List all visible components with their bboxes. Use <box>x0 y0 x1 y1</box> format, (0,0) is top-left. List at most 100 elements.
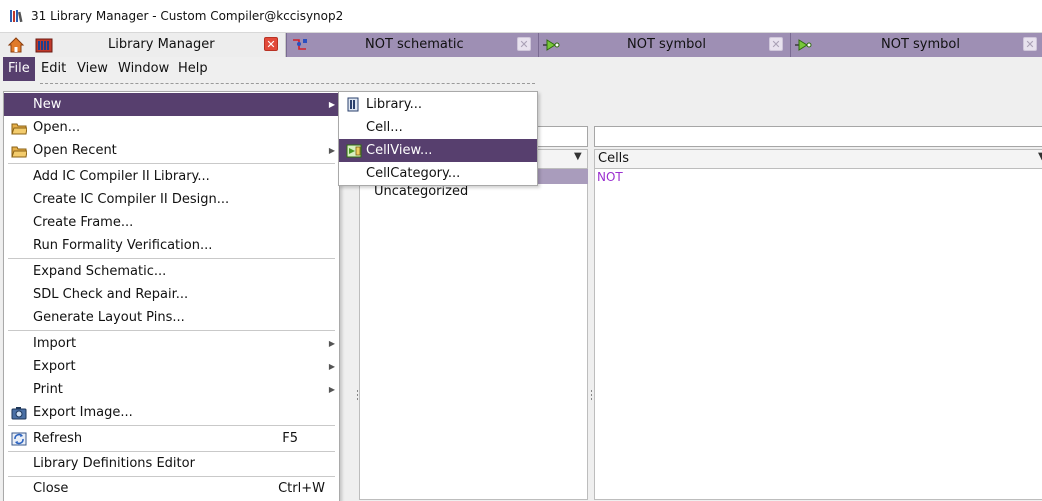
submenu-arrow-icon: ▶ <box>328 100 335 109</box>
menu-window[interactable]: Window <box>113 57 174 81</box>
submenu-arrow-icon: ▶ <box>328 339 335 348</box>
menu-item-label: Add IC Compiler II Library... <box>33 169 210 184</box>
file-menu: New ▶ Open... Open Recent ▶ Add IC Compi… <box>3 91 340 501</box>
menu-separator <box>8 258 335 259</box>
folder-icon <box>11 143 28 158</box>
shortcut-label: Ctrl+W <box>278 481 325 496</box>
menu-item-library-definitions-editor[interactable]: Library Definitions Editor <box>4 452 339 475</box>
menu-item-create-icc2-design[interactable]: Create IC Compiler II Design... <box>4 188 339 211</box>
library-icon <box>346 97 361 112</box>
menu-item-refresh[interactable]: Refresh F5 <box>4 427 339 450</box>
tab-label: Library Manager <box>108 37 215 52</box>
menu-edit[interactable]: Edit <box>36 57 71 81</box>
home-icon[interactable] <box>7 36 25 54</box>
tab-label: NOT schematic <box>365 37 464 52</box>
menu-item-print[interactable]: Print ▶ <box>4 378 339 401</box>
schematic-icon <box>291 37 309 53</box>
menu-item-open-recent[interactable]: Open Recent ▶ <box>4 139 339 162</box>
selected-category-row[interactable] <box>538 169 588 184</box>
library-books-icon <box>9 8 25 24</box>
menu-item-generate-layout-pins[interactable]: Generate Layout Pins... <box>4 306 339 329</box>
tab-not-schematic[interactable]: NOT schematic ✕ <box>286 33 538 57</box>
tab-label: NOT symbol <box>881 37 960 52</box>
cells-header-label: Cells <box>598 151 630 166</box>
menu-item-label: Export Image... <box>33 405 133 420</box>
menu-view[interactable]: View <box>72 57 113 81</box>
category-filter-input[interactable] <box>535 126 588 147</box>
menu-separator <box>8 330 335 331</box>
menu-item-import[interactable]: Import ▶ <box>4 332 339 355</box>
new-submenu: Library... Cell... CellView... CellCateg… <box>338 91 538 186</box>
list-item[interactable]: Uncategorized <box>374 184 468 199</box>
shortcut-label: F5 <box>282 431 298 446</box>
menu-item-label: Export <box>33 359 76 374</box>
chevron-down-icon[interactable]: ▼ <box>1038 151 1042 162</box>
cellview-icon <box>346 143 362 158</box>
menu-item-close[interactable]: Close Ctrl+W <box>4 477 339 500</box>
menu-item-label: CellView... <box>366 143 433 158</box>
cell-filter-input[interactable] <box>594 126 1042 147</box>
cells-column-header[interactable]: Cells ▼ <box>594 149 1042 169</box>
tab-not-symbol-1[interactable]: NOT symbol ✕ <box>538 33 790 57</box>
menu-item-label: Refresh <box>33 431 83 446</box>
close-tab-icon[interactable]: ✕ <box>1023 37 1037 51</box>
library-manager-icon <box>35 36 53 54</box>
submenu-item-cellview[interactable]: CellView... <box>339 139 537 162</box>
title-bar: 31 Library Manager - Custom Compiler@kcc… <box>0 0 1042 33</box>
categories-column-header[interactable]: ▼ <box>535 149 588 169</box>
menu-item-label: Library... <box>366 97 422 112</box>
tab-library-manager[interactable]: Library Manager ✕ <box>0 33 286 57</box>
document-tab-bar: Library Manager ✕ NOT schematic ✕ NOT sy… <box>0 33 1042 57</box>
menu-file[interactable]: File <box>3 57 35 81</box>
submenu-item-cellcategory[interactable]: CellCategory... <box>339 162 537 185</box>
menu-item-expand-schematic[interactable]: Expand Schematic... <box>4 260 339 283</box>
categories-list[interactable]: Uncategorized <box>359 168 588 500</box>
folder-icon <box>11 120 28 135</box>
refresh-icon <box>11 431 27 446</box>
menu-item-add-icc2-library[interactable]: Add IC Compiler II Library... <box>4 165 339 188</box>
submenu-arrow-icon: ▶ <box>328 362 335 371</box>
menu-bar: File Edit View Window Help <box>0 57 1042 81</box>
camera-icon <box>11 405 27 420</box>
window-title: 31 Library Manager - Custom Compiler@kcc… <box>31 9 344 23</box>
menu-item-sdl-check[interactable]: SDL Check and Repair... <box>4 283 339 306</box>
menu-item-label: Run Formality Verification... <box>33 238 213 253</box>
symbol-icon <box>543 38 561 52</box>
menu-item-label: Close <box>33 481 69 496</box>
menu-item-label: New <box>33 97 62 112</box>
panel-splitter[interactable] <box>590 168 593 500</box>
menu-separator <box>8 425 335 426</box>
menu-separator <box>8 163 335 164</box>
list-item[interactable]: NOT <box>597 170 623 184</box>
tab-label: NOT symbol <box>627 37 706 52</box>
menu-item-label: CellCategory... <box>366 166 461 181</box>
close-tab-icon[interactable]: ✕ <box>769 37 783 51</box>
submenu-arrow-icon: ▶ <box>328 385 335 394</box>
tab-not-symbol-2[interactable]: NOT symbol ✕ <box>790 33 1042 57</box>
menu-item-create-frame[interactable]: Create Frame... <box>4 211 339 234</box>
chevron-down-icon[interactable]: ▼ <box>574 151 582 162</box>
menu-item-label: Open Recent <box>33 143 117 158</box>
close-tab-icon[interactable]: ✕ <box>517 37 531 51</box>
menu-item-export[interactable]: Export ▶ <box>4 355 339 378</box>
close-tab-icon[interactable]: ✕ <box>264 37 278 51</box>
menu-item-label: Import <box>33 336 77 351</box>
symbol-icon <box>795 38 813 52</box>
menu-item-run-formality[interactable]: Run Formality Verification... <box>4 234 339 257</box>
menu-item-label: Expand Schematic... <box>33 264 167 279</box>
menu-item-new[interactable]: New ▶ <box>4 93 339 116</box>
submenu-item-library[interactable]: Library... <box>339 93 537 116</box>
panel-splitter[interactable] <box>356 168 359 500</box>
menu-item-export-image[interactable]: Export Image... <box>4 401 339 424</box>
menu-item-label: Create Frame... <box>33 215 134 230</box>
menu-help[interactable]: Help <box>173 57 213 81</box>
menu-item-label: Create IC Compiler II Design... <box>33 192 230 207</box>
toolbar-grip <box>40 83 535 84</box>
menu-item-open[interactable]: Open... <box>4 116 339 139</box>
menu-item-label: Library Definitions Editor <box>33 456 195 471</box>
submenu-item-cell[interactable]: Cell... <box>339 116 537 139</box>
menu-item-label: Cell... <box>366 120 403 135</box>
submenu-arrow-icon: ▶ <box>328 146 335 155</box>
menu-item-label: Print <box>33 382 63 397</box>
cells-list[interactable]: NOT <box>594 168 1042 500</box>
